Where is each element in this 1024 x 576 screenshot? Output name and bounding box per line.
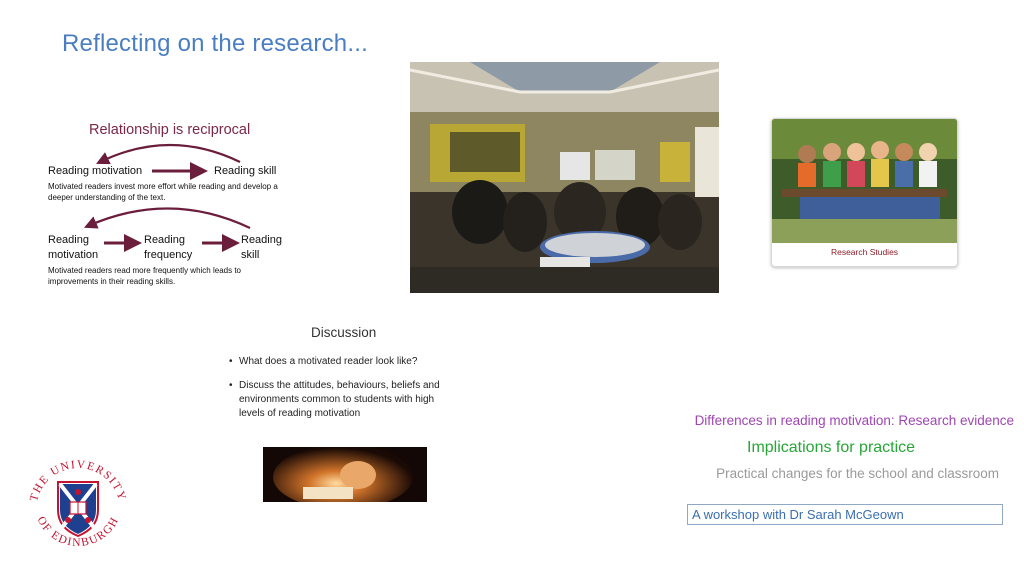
label-b-line2: frequency [144, 249, 193, 261]
label-a-line1: Reading [48, 234, 89, 246]
label-b-line1: Reading [144, 234, 185, 246]
link-practical-changes[interactable]: Practical changes for the school and cla… [716, 466, 999, 481]
children-reading-photo [772, 119, 957, 243]
note-1-line-1: Motivated readers invest more effort whi… [48, 182, 278, 191]
research-studies-card[interactable]: Research Studies [771, 118, 958, 267]
note-1-line-2: deeper understanding of the text. [48, 193, 166, 202]
photo-illustration [410, 62, 719, 293]
label-a-line2: motivation [48, 249, 99, 261]
reading-by-torchlight-photo [263, 447, 427, 502]
note-2-line-1: Motivated readers read more frequently w… [48, 266, 241, 275]
bullet-dot: • [229, 356, 233, 367]
label-c-line2: skill [241, 249, 260, 261]
top-curve-arrow-2 [83, 207, 251, 229]
top-curve-arrow-1 [96, 144, 241, 165]
link-implications-for-practice[interactable]: Implications for practice [747, 439, 915, 457]
discussion-box: Discussion • What does a motivated reade… [225, 322, 465, 432]
bullet-dot: • [229, 380, 233, 391]
discussion-bullet-1: • What does a motivated reader look like… [229, 356, 418, 367]
workshop-label: A workshop with Dr Sarah McGeown [692, 507, 904, 522]
workshop-box: A workshop with Dr Sarah McGeown [687, 504, 1003, 525]
university-crest-logo: THE UNIVERSITY OF EDINBURGH [22, 450, 134, 562]
label-reading-motivation: Reading motivation [48, 165, 143, 177]
classroom-workshop-photo [410, 62, 719, 293]
discussion-heading: Discussion [311, 325, 377, 340]
slide-title: Reflecting on the research... [62, 30, 368, 57]
label-reading-skill: Reading skill [214, 165, 277, 177]
research-studies-caption: Research Studies [830, 247, 899, 257]
link-research-evidence[interactable]: Differences in reading motivation: Resea… [695, 413, 1014, 428]
torchlight-illustration [263, 447, 427, 502]
note-2-line-2: improvements in their reading skills. [48, 277, 176, 286]
reciprocal-relationship-diagram: Relationship is reciprocal Reading motiv… [40, 118, 320, 293]
discussion-bullet-2: • Discuss the attitudes, behaviours, bel… [229, 380, 440, 419]
crest-icon: THE UNIVERSITY OF EDINBURGH [28, 459, 127, 549]
label-c-line1: Reading [241, 234, 282, 246]
